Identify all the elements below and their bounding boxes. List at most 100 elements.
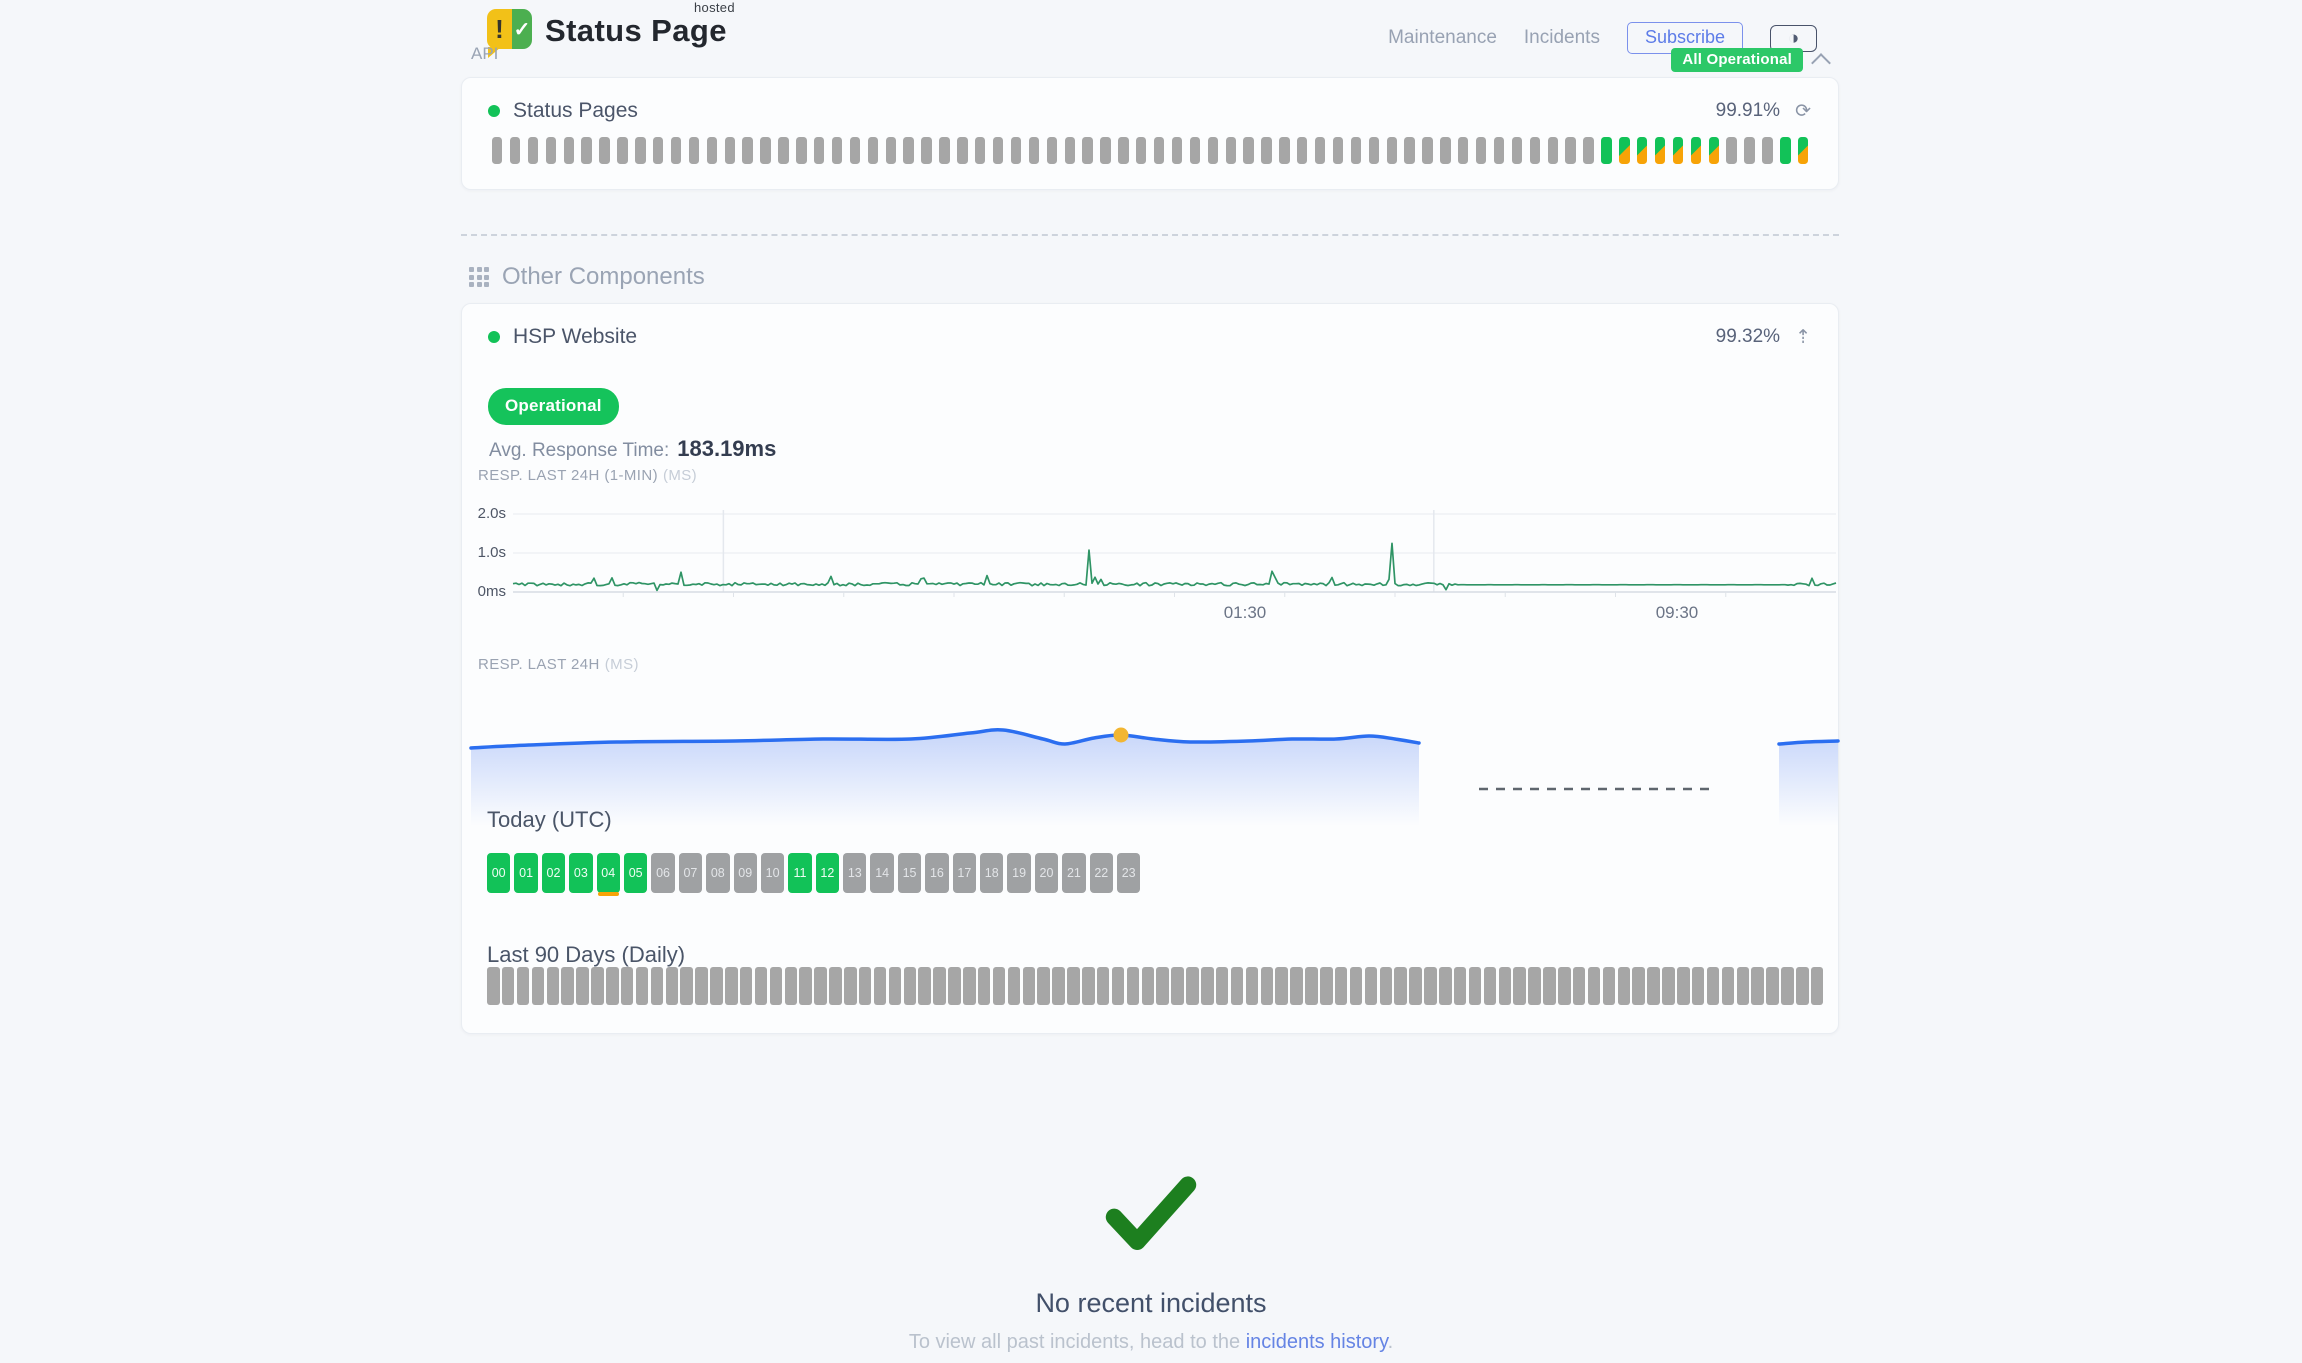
- day-bar-degraded: [1409, 967, 1422, 1005]
- day-bar-nodata: [1751, 967, 1764, 1005]
- hour-box-06: 06: [651, 853, 674, 893]
- day-bar-degraded: [1573, 967, 1586, 1005]
- component-row-status-pages: Status Pages 99.91% ⟳: [462, 78, 1838, 137]
- other-components-title: Other Components: [502, 263, 705, 291]
- day-bar-operational: [1037, 967, 1050, 1005]
- day-bar-degraded: [1588, 967, 1601, 1005]
- hour-box-19: 19: [1007, 853, 1030, 893]
- day-bar-nodata: [770, 967, 783, 1005]
- day-bar-nodata: [814, 137, 824, 164]
- today-hour-strip: 0001020304050607080910111213141516171819…: [487, 853, 1140, 893]
- day-bar-degraded: [1603, 967, 1616, 1005]
- day-bar-nodata: [502, 967, 515, 1005]
- day-bar-degraded: [1722, 967, 1735, 1005]
- day-bar-nodata: [725, 137, 735, 164]
- day-bar-nodata: [1154, 137, 1164, 164]
- day-bar-degraded: [1261, 967, 1274, 1005]
- hour-box-20: 20: [1035, 853, 1058, 893]
- day-bar-degraded: [1275, 967, 1288, 1005]
- day-bar-degraded: [1637, 137, 1647, 164]
- response-time-area-chart: [462, 674, 1840, 844]
- refresh-icon[interactable]: ⟳: [1795, 102, 1811, 121]
- day-bar-nodata: [918, 967, 931, 1005]
- day-bar-degraded: [1647, 967, 1660, 1005]
- day-bar-nodata: [993, 137, 1003, 164]
- day-bar-degraded: [1673, 137, 1683, 164]
- day-bar-operational: [1127, 967, 1140, 1005]
- brand-logo: ! ✓ Status Page hosted: [487, 9, 727, 49]
- day-bar-nodata: [671, 137, 681, 164]
- hour-box-11: 11: [788, 853, 811, 893]
- hour-box-21: 21: [1062, 853, 1085, 893]
- day-bar-nodata: [606, 967, 619, 1005]
- day-bar-nodata: [1315, 137, 1325, 164]
- day-bar-nodata: [689, 137, 699, 164]
- section-divider: [461, 234, 1839, 236]
- day-bar-nodata: [796, 137, 806, 164]
- day-bar-nodata: [1279, 137, 1289, 164]
- day-bar-operational: [1097, 967, 1110, 1005]
- day-bar-nodata: [1333, 137, 1343, 164]
- day-bar-degraded: [1350, 967, 1363, 1005]
- chart1-caption: RESP. LAST 24H (1-MIN)(MS): [478, 467, 697, 484]
- day-bar-degraded: [1186, 967, 1199, 1005]
- day-bar-nodata: [1476, 137, 1486, 164]
- component-row-hsp-website: HSP Website 99.32% ⇡: [462, 304, 1838, 363]
- day-bar-nodata: [874, 967, 887, 1005]
- day-bar-nodata: [581, 137, 591, 164]
- day-bar-nodata: [742, 137, 752, 164]
- exclamation-icon: !: [487, 9, 512, 49]
- day-bar-operational: [1543, 967, 1556, 1005]
- component-name: Status Pages: [513, 99, 638, 123]
- day-bar-nodata: [1458, 137, 1468, 164]
- uptime-percent: 99.32%: [1716, 326, 1780, 348]
- day-bar-nodata: [850, 137, 860, 164]
- brand-superscript: hosted: [694, 0, 735, 15]
- status-dot: [488, 331, 500, 343]
- today-utc-title: Today (UTC): [487, 807, 612, 833]
- day-bar-nodata: [564, 137, 574, 164]
- nav-maintenance[interactable]: Maintenance: [1388, 27, 1497, 49]
- hour-box-07: 07: [679, 853, 702, 893]
- section-label-api: API: [471, 44, 498, 64]
- day-bar-nodata: [1351, 137, 1361, 164]
- day-bar-nodata: [1404, 137, 1414, 164]
- day-bar-degraded: [1231, 967, 1244, 1005]
- day-bar-operational: [1618, 967, 1631, 1005]
- day-bar-nodata: [859, 967, 872, 1005]
- hour-box-03: 03: [569, 853, 592, 893]
- day-bar-nodata: [636, 967, 649, 1005]
- day-bar-nodata: [1440, 137, 1450, 164]
- day-bar-nodata: [1744, 137, 1754, 164]
- day-bar-nodata: [957, 137, 967, 164]
- day-bar-degraded: [1484, 967, 1497, 1005]
- day-bar-nodata: [1762, 137, 1772, 164]
- day-bar-nodata: [1297, 137, 1307, 164]
- day-bar-nodata: [1172, 137, 1182, 164]
- day-bar-nodata: [1781, 967, 1794, 1005]
- day-bar-nodata: [1011, 137, 1021, 164]
- other-components-header: Other Components: [469, 263, 705, 291]
- day-bar-degraded: [1655, 137, 1665, 164]
- chevron-up-icon[interactable]: [1811, 53, 1831, 73]
- day-bar-operational: [978, 967, 991, 1005]
- uptime-bar-strip: [462, 137, 1838, 164]
- day-bar-degraded: [1798, 137, 1808, 164]
- day-bar-operational: [1290, 967, 1303, 1005]
- day-bar-degraded: [1737, 967, 1750, 1005]
- hour-box-09: 09: [734, 853, 757, 893]
- day-bar-degraded: [1707, 967, 1720, 1005]
- grid-icon: [469, 267, 489, 287]
- incidents-history-link[interactable]: incidents history: [1246, 1331, 1388, 1353]
- hour-box-12: 12: [816, 853, 839, 893]
- day-bar-degraded: [1201, 967, 1214, 1005]
- day-bar-nodata: [1261, 137, 1271, 164]
- up-arrow-icon[interactable]: ⇡: [1795, 328, 1811, 347]
- ninety-day-bar-strip: [487, 967, 1823, 1005]
- check-icon: ✓: [512, 9, 532, 49]
- day-bar-degraded: [1424, 967, 1437, 1005]
- nav-incidents[interactable]: Incidents: [1524, 27, 1600, 49]
- day-bar-nodata: [1766, 967, 1779, 1005]
- day-bar-operational: [1780, 137, 1790, 164]
- day-bar-nodata: [1047, 137, 1057, 164]
